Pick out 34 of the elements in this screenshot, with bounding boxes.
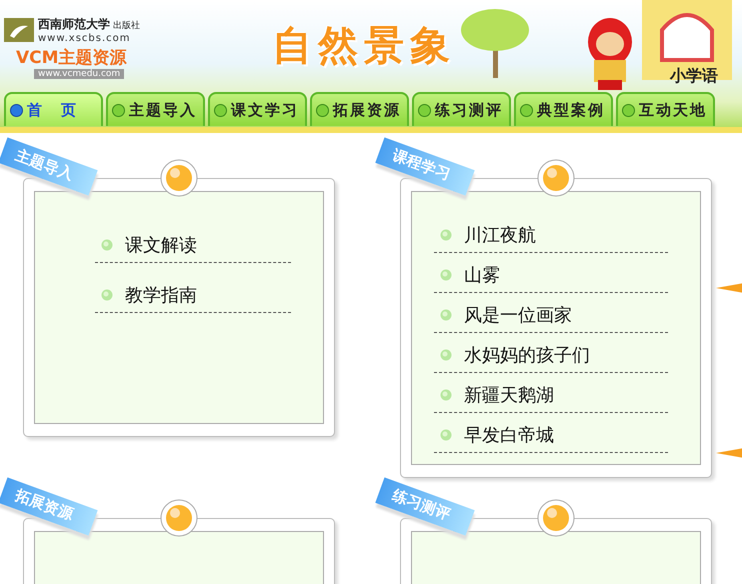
nav-tab[interactable]: 拓展资源 xyxy=(310,92,409,126)
arrow-shape-icon xyxy=(716,283,742,293)
tree-icon xyxy=(460,8,530,78)
nav-tab[interactable]: 练习测评 xyxy=(412,92,511,126)
page-title: 自然景象 xyxy=(272,22,456,71)
bullet-icon xyxy=(440,269,452,281)
book-logo-icon xyxy=(4,18,34,42)
bullet-icon xyxy=(440,309,452,321)
list-link[interactable]: 教学指南 xyxy=(125,283,197,307)
list-link[interactable]: 风是一位画家 xyxy=(464,303,572,327)
nav-tab[interactable]: 典型案例 xyxy=(514,92,613,126)
subject-label: 小学语 xyxy=(670,66,718,87)
arrow-shape-icon xyxy=(716,448,742,458)
nav-tab[interactable]: 互动天地 xyxy=(616,92,715,126)
nav-tab[interactable]: 主题导入 xyxy=(106,92,205,126)
publisher-name: 西南师范大学 xyxy=(38,16,110,33)
nav-tab[interactable]: 首 页 xyxy=(4,92,103,126)
nav-tab[interactable]: 课文学习 xyxy=(208,92,307,126)
list-link[interactable]: 水妈妈的孩子们 xyxy=(464,343,590,367)
bullet-icon xyxy=(101,289,113,301)
bullet-icon xyxy=(440,429,452,441)
bullet-icon xyxy=(440,349,452,361)
list-link[interactable]: 山雾 xyxy=(464,263,500,287)
bullet-icon xyxy=(440,389,452,401)
list-link[interactable]: 川江夜航 xyxy=(464,223,536,247)
brand-url: www.vcmedu.com xyxy=(34,69,124,79)
bullet-icon xyxy=(440,229,452,241)
list-link[interactable]: 课文解读 xyxy=(125,233,197,257)
list-link[interactable]: 新疆天鹅湖 xyxy=(464,383,554,407)
brand-logo: VCM主题资源 xyxy=(16,47,128,69)
publisher-url: www.xscbs.com xyxy=(38,33,132,44)
bullet-icon xyxy=(101,239,113,251)
list-link[interactable]: 早发白帝城 xyxy=(464,423,554,447)
publisher-suffix: 出版社 xyxy=(113,20,140,32)
